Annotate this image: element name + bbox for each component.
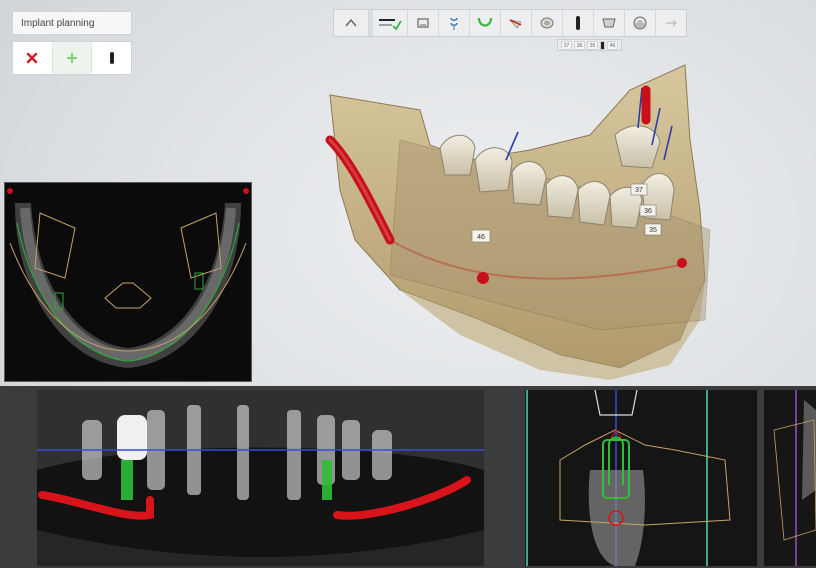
segment-icon bbox=[450, 17, 458, 30]
implant-tool-button[interactable] bbox=[92, 42, 131, 74]
planning-tools bbox=[12, 41, 132, 75]
svg-text:37: 37 bbox=[635, 187, 643, 194]
scan-icon bbox=[417, 18, 429, 28]
arch-button[interactable] bbox=[470, 10, 501, 36]
scan-button[interactable] bbox=[408, 10, 439, 36]
panoramic-view[interactable] bbox=[37, 390, 484, 566]
rotate-icon bbox=[633, 16, 647, 30]
red-x-icon bbox=[27, 52, 38, 64]
green-plus-icon bbox=[67, 53, 77, 63]
panel-title: Implant planning bbox=[12, 11, 132, 35]
subbar-button[interactable]: 36 bbox=[574, 41, 585, 50]
sleeve-icon bbox=[602, 18, 616, 28]
mirror-icon bbox=[666, 19, 677, 27]
crown-button[interactable] bbox=[532, 10, 563, 36]
svg-text:35: 35 bbox=[649, 227, 657, 234]
cross-section-view[interactable] bbox=[525, 390, 757, 566]
subbar-button[interactable]: 46 bbox=[607, 41, 618, 50]
implant-icon bbox=[109, 52, 114, 64]
segment-button[interactable] bbox=[439, 10, 470, 36]
subbar-implant-button[interactable] bbox=[600, 41, 605, 50]
tooth-label-36: 36 bbox=[639, 204, 657, 217]
panoramic-curve-button[interactable] bbox=[373, 10, 408, 36]
svg-text:46: 46 bbox=[477, 234, 485, 241]
nerve-button[interactable] bbox=[501, 10, 532, 36]
subbar-button[interactable]: 37 bbox=[561, 41, 572, 50]
implant-planning-panel: Implant planning bbox=[12, 11, 132, 81]
3d-jaw-view[interactable]: 46 37 36 35 bbox=[300, 50, 730, 380]
main-toolbar bbox=[333, 9, 687, 37]
implant-icon bbox=[576, 16, 580, 30]
panoramic-curve-icon bbox=[379, 19, 402, 31]
arch-icon bbox=[477, 17, 493, 27]
crown-icon bbox=[540, 17, 554, 29]
tooth-label-46: 46 bbox=[471, 229, 491, 243]
home-view-button[interactable] bbox=[334, 10, 369, 36]
sleeve-button[interactable] bbox=[594, 10, 625, 36]
mirror-button[interactable] bbox=[656, 10, 686, 36]
rotate-button[interactable] bbox=[625, 10, 656, 36]
delete-implant-button[interactable] bbox=[13, 42, 53, 74]
tooth-label-35: 35 bbox=[644, 223, 662, 236]
nerve-icon bbox=[508, 19, 522, 29]
tooth-label-37: 37 bbox=[630, 183, 648, 196]
svg-text:36: 36 bbox=[644, 208, 652, 215]
add-implant-button[interactable] bbox=[52, 42, 93, 74]
axial-ct-view[interactable] bbox=[4, 182, 252, 382]
home-view-icon bbox=[345, 18, 357, 27]
subbar-button[interactable]: 35 bbox=[587, 41, 598, 50]
sagittal-view[interactable] bbox=[764, 390, 816, 566]
implant-button[interactable] bbox=[563, 10, 594, 36]
